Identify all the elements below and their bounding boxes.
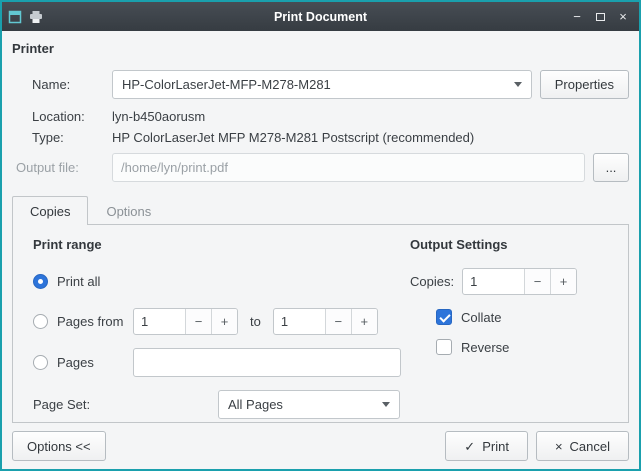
close-button[interactable]: × — [613, 7, 633, 27]
cancel-button-label: Cancel — [570, 439, 610, 454]
page-set-label: Page Set: — [33, 397, 218, 412]
properties-button[interactable]: Properties — [540, 70, 629, 99]
close-icon: × — [619, 10, 627, 23]
reverse-label: Reverse — [461, 340, 509, 355]
decrement-button[interactable]: − — [325, 309, 351, 334]
pages-from-radio[interactable] — [33, 314, 48, 329]
copies-label: Copies: — [410, 274, 454, 289]
check-icon: ✓ — [464, 440, 475, 453]
copies-spinbox: 1 − + — [462, 268, 577, 295]
to-label: to — [250, 314, 261, 329]
chevron-down-icon — [382, 402, 390, 407]
collate-label: Collate — [461, 310, 501, 325]
dialog-footer: Options << ✓ Print × Cancel — [2, 423, 639, 469]
maximize-button[interactable] — [590, 7, 610, 27]
print-button-label: Print — [482, 439, 509, 454]
decrement-button[interactable]: − — [185, 309, 211, 334]
dialog-content: Printer Name: HP-ColorLaserJet-MFP-M278-… — [2, 31, 639, 423]
pages-to-spinbox: 1 − + — [273, 308, 378, 335]
printer-name-row: Name: HP-ColorLaserJet-MFP-M278-M281 Pro… — [12, 70, 629, 99]
pages-from-label: Pages from — [57, 314, 133, 329]
app-window-icon — [8, 10, 22, 24]
printer-location-row: Location: lyn-b450aorusm — [12, 109, 629, 124]
titlebar[interactable]: Print Document − × — [2, 2, 639, 31]
page-set-row: Page Set: All Pages — [33, 390, 398, 419]
pages-from-row: Pages from 1 − + to 1 − + — [33, 308, 398, 335]
print-range-group: Print range Print all Pages from 1 − + t… — [33, 237, 398, 419]
type-label: Type: — [12, 130, 112, 145]
increment-button[interactable]: + — [550, 269, 576, 294]
pages-input[interactable] — [133, 348, 401, 377]
pages-from-spinbox: 1 − + — [133, 308, 238, 335]
titlebar-icons — [8, 10, 80, 24]
output-settings-group: Output Settings Copies: 1 − + Collate Re… — [398, 237, 608, 355]
copies-tab-panel: Print range Print all Pages from 1 − + t… — [12, 224, 629, 423]
minimize-button[interactable]: − — [567, 7, 587, 27]
window-controls: − × — [561, 7, 633, 27]
tab-options[interactable]: Options — [88, 196, 169, 225]
reverse-checkbox[interactable] — [436, 339, 452, 355]
output-file-input[interactable] — [112, 153, 585, 182]
increment-button[interactable]: + — [351, 309, 377, 334]
page-set-combobox[interactable]: All Pages — [218, 390, 400, 419]
pages-row: Pages — [33, 348, 398, 377]
copies-value[interactable]: 1 — [463, 269, 524, 294]
pages-from-value[interactable]: 1 — [134, 309, 185, 334]
collate-row: Collate — [436, 309, 608, 325]
reverse-row: Reverse — [436, 339, 608, 355]
pages-to-value[interactable]: 1 — [274, 309, 325, 334]
pages-radio[interactable] — [33, 355, 48, 370]
copies-row: Copies: 1 − + — [410, 268, 608, 295]
decrement-button[interactable]: − — [524, 269, 550, 294]
options-toggle-button[interactable]: Options << — [12, 431, 106, 461]
page-set-value: All Pages — [228, 397, 283, 412]
cancel-button[interactable]: × Cancel — [536, 431, 629, 461]
print-document-dialog: Print Document − × Printer Name: HP-Colo… — [0, 0, 641, 471]
print-range-title: Print range — [33, 237, 398, 252]
printer-type-row: Type: HP ColorLaserJet MFP M278-M281 Pos… — [12, 130, 629, 145]
printer-app-icon — [29, 10, 43, 24]
output-file-row: Output file: ... — [12, 153, 629, 182]
printer-section-title: Printer — [12, 41, 629, 56]
printer-name-combobox[interactable]: HP-ColorLaserJet-MFP-M278-M281 — [112, 70, 532, 99]
output-file-label: Output file: — [12, 160, 112, 175]
printer-name-label: Name: — [12, 77, 112, 92]
minimize-icon: − — [573, 10, 581, 23]
location-value: lyn-b450aorusm — [112, 109, 205, 124]
print-all-row: Print all — [33, 268, 398, 295]
printer-name-value: HP-ColorLaserJet-MFP-M278-M281 — [122, 77, 331, 92]
browse-button[interactable]: ... — [593, 153, 629, 182]
chevron-down-icon — [514, 82, 522, 87]
collate-checkbox[interactable] — [436, 309, 452, 325]
print-all-label: Print all — [57, 274, 100, 289]
close-icon: × — [555, 440, 563, 453]
type-value: HP ColorLaserJet MFP M278-M281 Postscrip… — [112, 130, 474, 145]
increment-button[interactable]: + — [211, 309, 237, 334]
print-button[interactable]: ✓ Print — [445, 431, 528, 461]
tab-bar: Copies Options — [12, 196, 629, 224]
tab-copies[interactable]: Copies — [12, 196, 88, 225]
window-title: Print Document — [80, 10, 561, 24]
pages-label: Pages — [57, 355, 133, 370]
maximize-icon — [596, 13, 605, 21]
location-label: Location: — [12, 109, 112, 124]
output-settings-title: Output Settings — [410, 237, 608, 252]
print-all-radio[interactable] — [33, 274, 48, 289]
